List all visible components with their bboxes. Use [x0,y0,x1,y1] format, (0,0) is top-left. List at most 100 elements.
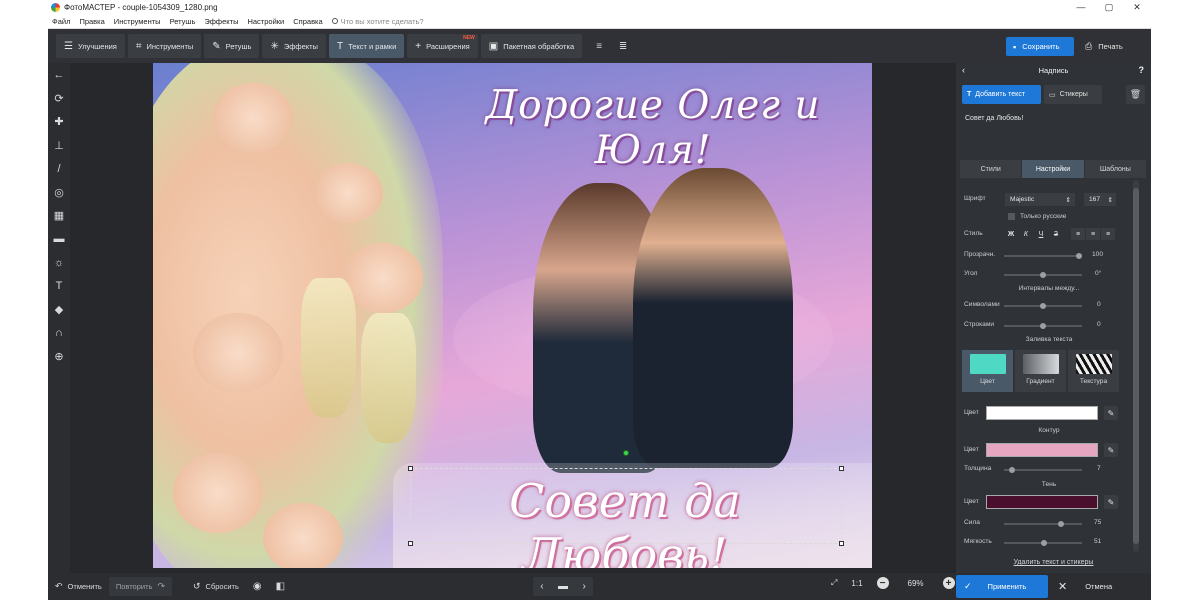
chars-spacing-slider[interactable] [1004,303,1082,309]
resize-handle-tl[interactable] [408,466,413,471]
fill-bucket-icon[interactable]: ◆ [48,298,70,322]
menu-settings[interactable]: Настройки [247,17,284,26]
slider-knob[interactable] [1040,303,1046,309]
caption-text-field[interactable]: Совет да Любовь! [960,110,1147,160]
slider-knob[interactable] [1040,540,1047,546]
tab-extensions[interactable]: + Расширения NEW [407,34,478,58]
fill-color-box[interactable] [986,406,1098,420]
slider-knob[interactable] [1058,521,1064,527]
panel-back-icon[interactable]: ‹ [962,65,965,75]
ratio-button[interactable]: 1:1 [851,579,862,588]
tab-settings[interactable]: Настройки [1022,160,1085,178]
menu-edit[interactable]: Правка [79,17,104,26]
back-arrow-icon[interactable]: ← [48,63,70,87]
italic-button[interactable]: К [1019,228,1033,240]
command-search[interactable]: Что вы хотите сделать? [331,17,433,26]
cancel-button[interactable]: ✕ Отмена [1048,575,1146,598]
menu-effects[interactable]: Эффекты [204,17,238,26]
opacity-slider[interactable] [1004,253,1082,259]
zoom-out-icon[interactable]: − [876,577,889,589]
preview-eye-icon[interactable]: ◉ [246,577,269,596]
fill-color-option[interactable]: Цвет [962,350,1013,392]
help-icon[interactable]: ? [1139,65,1145,75]
undo-button[interactable]: ↶ Отменить [48,577,109,596]
minimize-button[interactable]: — [1067,0,1095,14]
tab-batch[interactable]: ▣ Пакетная обработка [480,34,583,58]
reset-button[interactable]: ↺ Сбросить [186,577,246,596]
align-left-icon[interactable]: ≡ [1071,228,1085,240]
slider-knob[interactable] [1040,323,1046,329]
stamp-icon[interactable]: ⊥ [48,134,70,158]
menu-help[interactable]: Справка [293,17,322,26]
globe-icon[interactable]: ⊕ [48,345,70,369]
rotate-handle[interactable] [623,450,629,456]
text-tool-icon[interactable]: T [48,275,70,299]
add-to-batch-icon[interactable]: ≡ [589,36,609,56]
tab-retouch[interactable]: ✎ Ретушь [204,34,260,58]
menu-file[interactable]: Файл [52,17,70,26]
next-image-icon[interactable]: › [582,581,585,592]
lines-spacing-slider[interactable] [1004,323,1082,329]
menu-tools[interactable]: Инструменты [114,17,161,26]
shadow-strength-slider[interactable] [1004,521,1082,527]
sun-icon[interactable]: ☼ [48,251,70,275]
only-russian-row[interactable]: Только русские [1008,213,1180,220]
tab-templates[interactable]: Шаблоны [1084,160,1147,178]
vignette-icon[interactable]: ▬ [48,228,70,252]
radial-icon[interactable]: ◎ [48,181,70,205]
remove-text-link[interactable]: Удалить текст и стикеры [956,559,1151,566]
resize-handle-br[interactable] [839,541,844,546]
batch-settings-icon[interactable]: ≣ [613,36,633,56]
eyedropper-icon[interactable]: ✎ [1104,495,1118,509]
shadow-softness-slider[interactable] [1004,540,1082,546]
align-right-icon[interactable]: ≡ [1101,228,1115,240]
slider-knob[interactable] [1076,253,1082,259]
scrollbar-thumb[interactable] [1133,188,1139,544]
resize-handle-bl[interactable] [408,541,413,546]
rotate-icon[interactable]: ⟳ [48,87,70,111]
checkbox[interactable] [1008,213,1015,220]
shadow-color-box[interactable] [986,495,1098,509]
slider-knob[interactable] [1040,272,1046,278]
thickness-slider[interactable] [1004,467,1082,473]
strike-button[interactable]: З [1049,228,1063,240]
save-button[interactable]: ▪ Сохранить [1006,37,1074,56]
resize-handle-tr[interactable] [839,466,844,471]
redo-button[interactable]: Повторить ↷ [108,577,172,596]
slider-knob[interactable] [1009,467,1016,473]
photo-canvas[interactable]: Дорогие Олег и Юля! Совет да Любовь! [153,63,872,568]
bandage-icon[interactable]: ✚ [48,110,70,134]
align-center-icon[interactable]: ≡ [1086,228,1100,240]
underline-button[interactable]: Ч [1034,228,1048,240]
headline-text[interactable]: Дорогие Олег и Юля! [443,83,863,173]
eyedropper-icon[interactable]: ✎ [1104,406,1118,420]
trash-icon[interactable]: 🗑 [1126,85,1145,104]
add-text-button[interactable]: T Добавить текст [962,85,1041,104]
bold-button[interactable]: Ж [1004,228,1018,240]
font-select[interactable]: Majestic ⇕ [1005,193,1075,206]
gradient-filter-icon[interactable]: ▦ [48,204,70,228]
fill-texture-option[interactable]: Текстура [1068,350,1119,392]
fill-gradient-option[interactable]: Градиент [1015,350,1066,392]
close-button[interactable]: ✕ [1123,0,1151,14]
tab-tools[interactable]: ⌗ Инструменты [127,34,202,58]
stickers-button[interactable]: ▭ Стикеры [1044,85,1102,104]
prev-image-icon[interactable]: ‹ [540,581,543,592]
outline-color-box[interactable] [986,443,1098,457]
selected-caption-text[interactable]: Совет да Любовь! [415,474,835,568]
folder-icon[interactable]: ▬ [558,581,568,592]
apply-button[interactable]: ✓ Применить [956,575,1048,598]
tab-styles[interactable]: Стили [960,160,1023,178]
maximize-button[interactable]: ▢ [1095,0,1123,14]
zoom-in-icon[interactable]: + [942,577,955,589]
tab-effects[interactable]: ✳ Эффекты [262,34,326,58]
tab-text-and-frames[interactable]: T Текст и рамки [328,34,405,58]
panel-scrollbar[interactable] [1133,180,1139,552]
fit-screen-icon[interactable]: ⤢ [831,578,837,588]
magnet-icon[interactable]: ∩ [48,322,70,346]
print-button[interactable]: ⎙ Печать [1078,37,1144,56]
angle-slider[interactable] [1004,272,1082,278]
font-size-input[interactable]: 167 ⇕ [1084,193,1116,206]
brush-tool-icon[interactable]: / [48,157,70,181]
eyedropper-icon[interactable]: ✎ [1104,443,1118,457]
